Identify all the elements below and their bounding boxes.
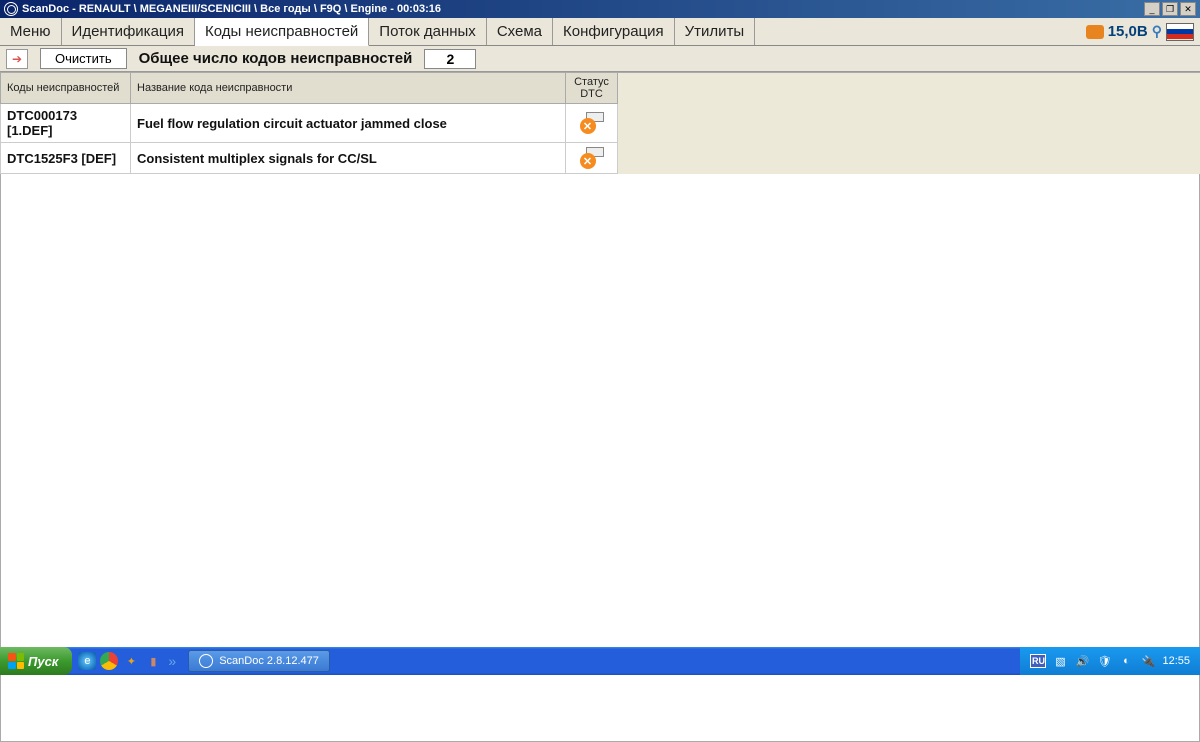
back-button[interactable]: ➔ [6,49,28,69]
col-header-name[interactable]: Название кода неисправности [131,73,566,104]
start-label: Пуск [28,654,58,669]
taskbar-item-scandoc[interactable]: ScanDoc 2.8.12.477 [188,650,330,672]
windows-taskbar: Пуск e ✦ ▮ » ScanDoc 2.8.12.477 RU ▧ 🔊 🛡… [0,647,1200,675]
dtc-code: DTC000173 [1.DEF] [1,104,131,143]
dtc-name: Fuel flow regulation circuit actuator ja… [131,104,566,143]
table-row[interactable]: DTC1525F3 [DEF] Consistent multiplex sig… [1,143,618,174]
ie-icon[interactable]: e [78,652,96,670]
status-error-icon: ✕ [580,112,604,134]
toolbar: ➔ Очистить Общее число кодов неисправнос… [0,46,1200,72]
flag-russia-icon[interactable] [1166,23,1194,41]
windows-logo-icon [8,653,24,669]
dtc-code: DTC1525F3 [DEF] [1,143,131,174]
voltage-indicator: 15,0В ⚲ [1080,18,1200,45]
window-titlebar: ScanDoc - RENAULT \ MEGANEIII/SCENICIII … [0,0,1200,18]
dtc-name: Consistent multiplex signals for CC/SL [131,143,566,174]
tray-icon-shield[interactable]: 🛡 [1096,653,1112,669]
taskbar-clock[interactable]: 12:55 [1162,655,1190,667]
dtc-status[interactable]: ✕ [566,143,618,174]
app-ql-icon2[interactable]: ▮ [144,652,162,670]
app-icon [4,2,18,16]
chrome-icon[interactable] [100,652,118,670]
tray-icon-power[interactable]: 🔌 [1140,653,1156,669]
status-error-icon: ✕ [580,147,604,169]
taskbar-item-label: ScanDoc 2.8.12.477 [219,655,319,667]
content-area: Коды неисправностей Название кода неиспр… [0,72,1200,174]
connection-icon [1086,25,1104,39]
voltage-value: 15,0В [1108,23,1148,40]
tab-utilities[interactable]: Утилиты [675,18,756,45]
tab-bar: Меню Идентификация Коды неисправностей П… [0,18,1200,46]
language-indicator[interactable]: RU [1030,654,1046,668]
total-codes-count: 2 [424,49,476,69]
table-row[interactable]: DTC000173 [1.DEF] Fuel flow regulation c… [1,104,618,143]
tab-fault-codes[interactable]: Коды неисправностей [195,18,369,46]
tray-icon-volume[interactable]: 🔊 [1074,653,1090,669]
start-button[interactable]: Пуск [0,647,72,675]
col-header-status[interactable]: Статус DTC [566,73,618,104]
col-header-code[interactable]: Коды неисправностей [1,73,131,104]
app-mini-icon [199,654,213,668]
total-codes-label: Общее число кодов неисправностей [139,50,413,67]
close-button[interactable]: ✕ [1180,2,1196,16]
tab-identification[interactable]: Идентификация [62,18,195,45]
tray-icon-network[interactable]: ▧ [1052,653,1068,669]
app-ql-icon[interactable]: ✦ [122,652,140,670]
window-title: ScanDoc - RENAULT \ MEGANEIII/SCENICIII … [22,3,1140,15]
tab-scheme[interactable]: Схема [487,18,553,45]
minimize-button[interactable]: _ [1144,2,1160,16]
plug-icon: ⚲ [1152,23,1162,40]
maximize-button[interactable]: ❐ [1162,2,1178,16]
system-tray: RU ▧ 🔊 🛡 ◐ 🔌 12:55 [1020,647,1200,675]
divider: » [166,653,178,669]
tab-menu[interactable]: Меню [0,18,62,45]
dtc-table: Коды неисправностей Название кода неиспр… [0,73,618,174]
clear-button[interactable]: Очистить [40,48,127,69]
quick-launch: e ✦ ▮ » [72,652,184,670]
tab-data-stream[interactable]: Поток данных [369,18,487,45]
tray-icon-usb[interactable]: ◐ [1118,653,1134,669]
dtc-status[interactable]: ✕ [566,104,618,143]
tab-configuration[interactable]: Конфигурация [553,18,675,45]
